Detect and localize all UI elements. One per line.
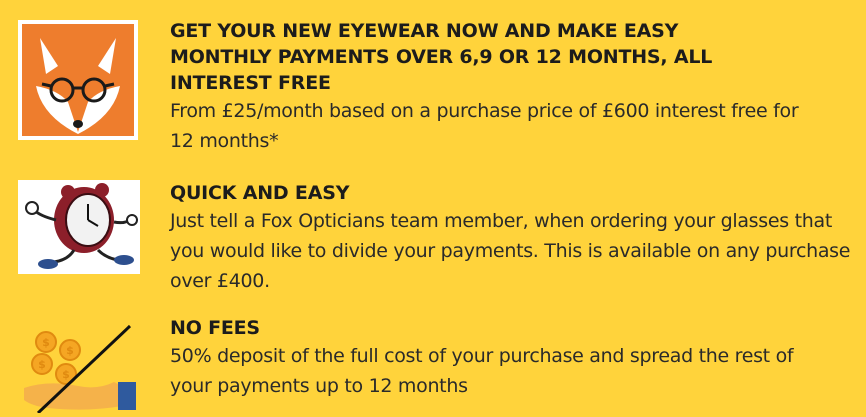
fox-glasses-icon <box>18 20 138 140</box>
feature-heading: NO FEES <box>170 317 260 339</box>
running-clock-icon <box>18 180 140 274</box>
no-fee-coins-icon: $ $ $ $ <box>18 320 158 415</box>
svg-text:$: $ <box>62 368 70 381</box>
feature-body: From £25/month based on a purchase price… <box>170 100 799 152</box>
feature-heading: QUICK AND EASY <box>170 182 350 204</box>
feature-body: Just tell a Fox Opticians team member, w… <box>170 210 851 292</box>
feature-text: GET YOUR NEW EYEWEAR NOW AND MAKE EASY M… <box>170 18 860 156</box>
svg-text:$: $ <box>38 358 46 371</box>
svg-text:$: $ <box>42 336 50 349</box>
svg-text:$: $ <box>66 344 74 357</box>
feature-heading: GET YOUR NEW EYEWEAR NOW AND MAKE EASY M… <box>170 20 713 94</box>
feature-text: QUICK AND EASY Just tell a Fox Opticians… <box>170 180 860 296</box>
feature-body: 50% deposit of the full cost of your pur… <box>170 345 794 397</box>
feature-text: NO FEES 50% deposit of the full cost of … <box>170 315 860 401</box>
